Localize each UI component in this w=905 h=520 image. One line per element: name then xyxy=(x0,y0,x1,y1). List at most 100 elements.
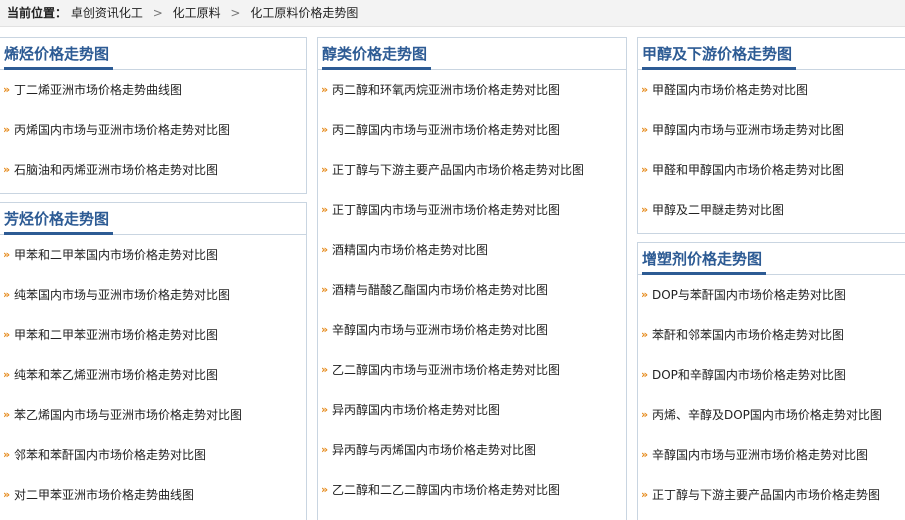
list-item[interactable]: » 乙二醇和二乙二醇国内市场价格走势对比图 xyxy=(318,479,626,499)
list-item-link[interactable]: 异丙醇与丙烯国内市场价格走势对比图 xyxy=(332,441,536,458)
list-item-link[interactable]: 丙二醇和环氧丙烷亚洲市场价格走势对比图 xyxy=(332,81,560,98)
breadcrumb-link-price-charts[interactable]: 化工原料价格走势图 xyxy=(250,6,358,20)
double-chevron-right-icon: » xyxy=(641,162,649,176)
breadcrumb-link-home[interactable]: 卓创资讯化工 xyxy=(71,6,143,20)
breadcrumb-separator: > xyxy=(152,6,163,20)
list-item-link[interactable]: 正丁醇与下游主要产品国内市场价格走势对比图 xyxy=(332,161,584,178)
double-chevron-right-icon: » xyxy=(3,407,11,421)
list-item-link[interactable]: 辛醇国内市场与亚洲市场价格走势对比图 xyxy=(652,446,868,463)
list-item-link[interactable]: 辛醇国内市场与亚洲市场价格走势对比图 xyxy=(332,321,548,338)
list-item-link[interactable]: 乙二醇国内市场与亚洲市场价格走势对比图 xyxy=(332,361,560,378)
list-item[interactable]: » 酒精国内市场价格走势对比图 xyxy=(318,239,626,259)
list-item-link[interactable]: 甲醛国内市场价格走势对比图 xyxy=(652,81,808,98)
list-item[interactable]: » 辛醇国内市场与亚洲市场价格走势对比图 xyxy=(638,444,905,464)
section-title-bar: 烯烃价格走势图 xyxy=(0,38,306,70)
list-item[interactable]: » 丙烯、辛醇及DOP国内市场价格走势对比图 xyxy=(638,404,905,424)
list-item-link[interactable]: 酒精与醋酸乙酯国内市场价格走势对比图 xyxy=(332,281,548,298)
section-title-bar: 甲醇及下游价格走势图 xyxy=(638,38,905,70)
double-chevron-right-icon: » xyxy=(3,327,11,341)
double-chevron-right-icon: » xyxy=(3,487,11,501)
list-item[interactable]: » 丙烯国内市场与亚洲市场价格走势对比图 xyxy=(0,119,306,139)
list-item-link[interactable]: 纯苯国内市场与亚洲市场价格走势对比图 xyxy=(14,286,230,303)
list-item[interactable]: » 正丁醇与下游主要产品国内市场价格走势图 xyxy=(638,484,905,504)
list-item[interactable]: » 纯苯和苯乙烯亚洲市场价格走势对比图 xyxy=(0,364,306,384)
list-item[interactable]: » 苯酐和邻苯国内市场价格走势对比图 xyxy=(638,324,905,344)
double-chevron-right-icon: » xyxy=(321,482,329,496)
double-chevron-right-icon: » xyxy=(321,162,329,176)
list-item-link[interactable]: 甲苯和二甲苯亚洲市场价格走势对比图 xyxy=(14,326,218,343)
list-item[interactable]: » 丙二醇国内市场与亚洲市场价格走势对比图 xyxy=(318,119,626,139)
breadcrumb: 当前位置： 卓创资讯化工 > 化工原料 > 化工原料价格走势图 xyxy=(0,0,905,27)
double-chevron-right-icon: » xyxy=(3,162,11,176)
list-item-link[interactable]: 甲醛和甲醇国内市场价格走势对比图 xyxy=(652,161,844,178)
list-item[interactable]: » 对二甲苯亚洲市场价格走势曲线图 xyxy=(0,484,306,504)
double-chevron-right-icon: » xyxy=(641,407,649,421)
section-title: 芳烃价格走势图 xyxy=(4,208,114,235)
list-item-link[interactable]: 酒精国内市场价格走势对比图 xyxy=(332,241,488,258)
breadcrumb-link-chem-materials[interactable]: 化工原料 xyxy=(173,6,221,20)
section-title-bar: 醇类价格走势图 xyxy=(318,38,626,70)
list-item[interactable]: » 异丙醇与丙烯国内市场价格走势对比图 xyxy=(318,439,626,459)
double-chevron-right-icon: » xyxy=(321,242,329,256)
list-item[interactable]: » 辛醇国内市场与亚洲市场价格走势对比图 xyxy=(318,319,626,339)
double-chevron-right-icon: » xyxy=(641,327,649,341)
section-alcohols: 醇类价格走势图 » 丙二醇和环氧丙烷亚洲市场价格走势对比图» 丙二醇国内市场与亚洲市… xyxy=(317,37,627,520)
double-chevron-right-icon: » xyxy=(641,202,649,216)
list-item[interactable]: » DOP与苯酐国内市场价格走势对比图 xyxy=(638,284,905,304)
list-item-link[interactable]: 正丁醇国内市场与亚洲市场价格走势对比图 xyxy=(332,201,560,218)
list-item[interactable]: » 甲醛国内市场价格走势对比图 xyxy=(638,79,905,99)
list-item[interactable]: » 异丙醇国内市场价格走势对比图 xyxy=(318,399,626,419)
list-item[interactable]: » 甲苯和二甲苯亚洲市场价格走势对比图 xyxy=(0,324,306,344)
list-item[interactable]: » 乙二醇国内市场与亚洲市场价格走势对比图 xyxy=(318,359,626,379)
list-item-link[interactable]: 苯乙烯国内市场与亚洲市场价格走势对比图 xyxy=(14,406,242,423)
list-item[interactable]: » 甲苯和二甲苯国内市场价格走势对比图 xyxy=(0,244,306,264)
breadcrumb-separator: > xyxy=(230,6,241,20)
list-item-link[interactable]: 丙烯国内市场与亚洲市场价格走势对比图 xyxy=(14,121,230,138)
list-item-link[interactable]: 正丁醇与下游主要产品国内市场价格走势图 xyxy=(652,486,880,503)
section-title-bar: 增塑剂价格走势图 xyxy=(638,243,905,275)
list-item[interactable]: » 纯苯国内市场与亚洲市场价格走势对比图 xyxy=(0,284,306,304)
list-item[interactable]: » 石脑油和丙烯亚洲市场价格走势对比图 xyxy=(0,159,306,179)
list-item[interactable]: » 丙二醇和环氧丙烷亚洲市场价格走势对比图 xyxy=(318,79,626,99)
section-olefins: 烯烃价格走势图 » 丁二烯亚洲市场价格走势曲线图» 丙烯国内市场与亚洲市场价格走势对… xyxy=(0,37,307,194)
list-item-link[interactable]: 丙二醇国内市场与亚洲市场价格走势对比图 xyxy=(332,121,560,138)
list-item[interactable]: » 丁二烯亚洲市场价格走势曲线图 xyxy=(0,79,306,99)
double-chevron-right-icon: » xyxy=(3,287,11,301)
list-item-link[interactable]: 对二甲苯亚洲市场价格走势曲线图 xyxy=(14,486,194,503)
list-item[interactable]: » 甲醛和甲醇国内市场价格走势对比图 xyxy=(638,159,905,179)
list-item[interactable]: » 甲醇国内市场与亚洲市场走势对比图 xyxy=(638,119,905,139)
list-item-link[interactable]: DOP和辛醇国内市场价格走势对比图 xyxy=(652,366,846,383)
list-item[interactable]: » 正丁醇与下游主要产品国内市场价格走势对比图 xyxy=(318,159,626,179)
list-item-link[interactable]: 甲醇及二甲醚走势对比图 xyxy=(652,201,784,218)
double-chevron-right-icon: » xyxy=(321,82,329,96)
double-chevron-right-icon: » xyxy=(641,367,649,381)
list-item-link[interactable]: DOP与苯酐国内市场价格走势对比图 xyxy=(652,286,846,303)
list-item-link[interactable]: 苯酐和邻苯国内市场价格走势对比图 xyxy=(652,326,844,343)
list-item[interactable]: » 邻苯和苯酐国内市场价格走势对比图 xyxy=(0,444,306,464)
section-aromatics: 芳烃价格走势图 » 甲苯和二甲苯国内市场价格走势对比图» 纯苯国内市场与亚洲市场价格… xyxy=(0,202,307,520)
double-chevron-right-icon: » xyxy=(321,402,329,416)
double-chevron-right-icon: » xyxy=(641,122,649,136)
breadcrumb-prefix: 当前位置： xyxy=(7,6,68,20)
double-chevron-right-icon: » xyxy=(321,122,329,136)
double-chevron-right-icon: » xyxy=(321,442,329,456)
list-item[interactable]: » 苯乙烯国内市场与亚洲市场价格走势对比图 xyxy=(0,404,306,424)
list-item-link[interactable]: 甲醇国内市场与亚洲市场走势对比图 xyxy=(652,121,844,138)
list-item-link[interactable]: 甲苯和二甲苯国内市场价格走势对比图 xyxy=(14,246,218,263)
list-item[interactable]: » 甲醇及二甲醚走势对比图 xyxy=(638,199,905,219)
list-item[interactable]: » 酒精与醋酸乙酯国内市场价格走势对比图 xyxy=(318,279,626,299)
list-item-link[interactable]: 邻苯和苯酐国内市场价格走势对比图 xyxy=(14,446,206,463)
list-item[interactable]: » 正丁醇国内市场与亚洲市场价格走势对比图 xyxy=(318,199,626,219)
list-item-link[interactable]: 异丙醇国内市场价格走势对比图 xyxy=(332,401,500,418)
list-item-link[interactable]: 石脑油和丙烯亚洲市场价格走势对比图 xyxy=(14,161,218,178)
double-chevron-right-icon: » xyxy=(3,122,11,136)
double-chevron-right-icon: » xyxy=(321,362,329,376)
list-item-link[interactable]: 丙烯、辛醇及DOP国内市场价格走势对比图 xyxy=(652,406,882,423)
list-item[interactable]: » DOP和辛醇国内市场价格走势对比图 xyxy=(638,364,905,384)
section-title: 醇类价格走势图 xyxy=(322,43,432,70)
double-chevron-right-icon: » xyxy=(321,322,329,336)
list-item-link[interactable]: 乙二醇和二乙二醇国内市场价格走势对比图 xyxy=(332,481,560,498)
list-item-link[interactable]: 纯苯和苯乙烯亚洲市场价格走势对比图 xyxy=(14,366,218,383)
double-chevron-right-icon: » xyxy=(3,82,11,96)
list-item-link[interactable]: 丁二烯亚洲市场价格走势曲线图 xyxy=(14,81,182,98)
